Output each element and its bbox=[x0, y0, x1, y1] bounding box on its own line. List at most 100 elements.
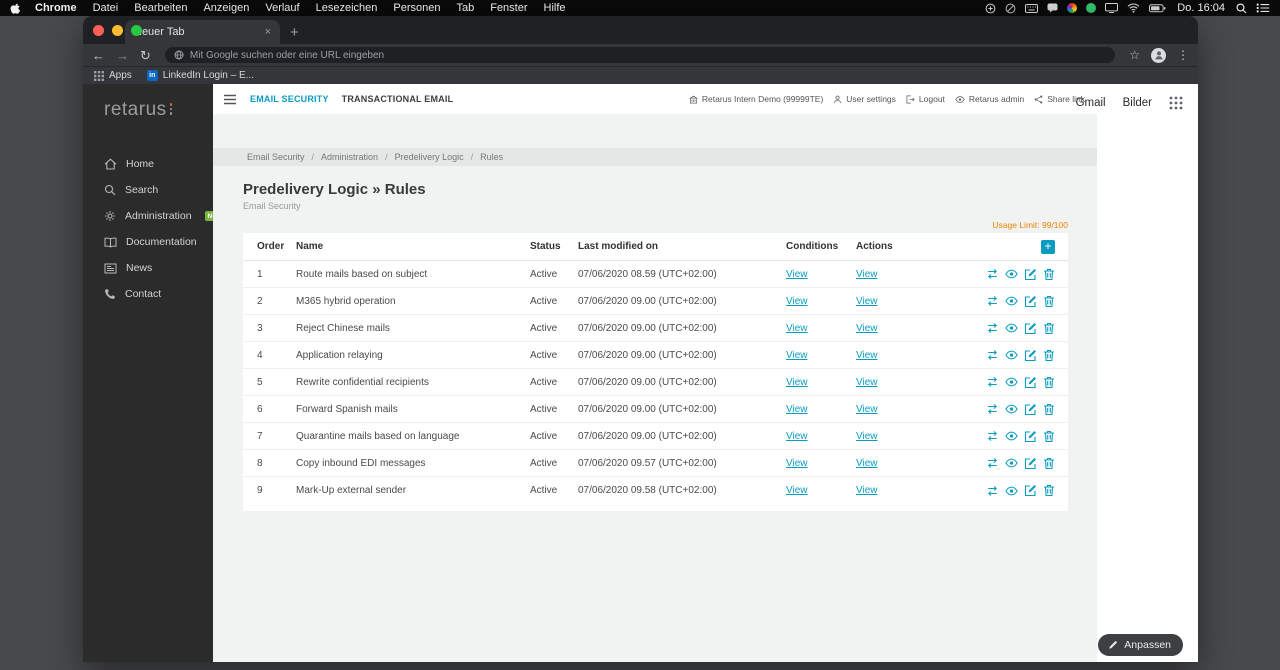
menubar-item[interactable]: Datei bbox=[93, 2, 119, 14]
delete-rule-icon[interactable] bbox=[1043, 376, 1055, 389]
display-mirroring-icon[interactable] bbox=[1105, 3, 1119, 13]
close-window-button[interactable] bbox=[93, 25, 104, 36]
retarus-admin-link[interactable]: Retarus admin bbox=[955, 94, 1024, 104]
clone-rule-icon[interactable] bbox=[986, 430, 999, 442]
profile-color-icon[interactable] bbox=[1067, 3, 1078, 13]
apple-logo-icon[interactable] bbox=[10, 2, 21, 15]
browser-tab[interactable]: Neuer Tab × bbox=[125, 20, 280, 44]
control-center-list-icon[interactable] bbox=[1256, 3, 1270, 13]
preview-rule-icon[interactable] bbox=[1005, 377, 1018, 387]
conditions-view-link[interactable]: View bbox=[786, 431, 808, 442]
delete-rule-icon[interactable] bbox=[1043, 268, 1055, 281]
delete-rule-icon[interactable] bbox=[1043, 430, 1055, 443]
clone-rule-icon[interactable] bbox=[986, 376, 999, 388]
tab-transactional-email[interactable]: TRANSACTIONAL EMAIL bbox=[342, 94, 454, 104]
breadcrumb-item[interactable]: Email Security bbox=[247, 152, 321, 162]
sidebar-item-search[interactable]: Search bbox=[83, 177, 213, 203]
breadcrumb-item[interactable]: Rules bbox=[480, 152, 517, 162]
preview-rule-icon[interactable] bbox=[1005, 296, 1018, 306]
menubar-item[interactable]: Bearbeiten bbox=[134, 2, 187, 14]
logout-link[interactable]: Logout bbox=[906, 94, 945, 104]
profile-avatar[interactable] bbox=[1151, 47, 1166, 63]
messages-icon[interactable] bbox=[1047, 3, 1058, 13]
clone-rule-icon[interactable] bbox=[986, 322, 999, 334]
actions-view-link[interactable]: View bbox=[856, 458, 878, 469]
edit-rule-icon[interactable] bbox=[1024, 484, 1037, 497]
actions-view-link[interactable]: View bbox=[856, 323, 878, 334]
sidebar-item-documentation[interactable]: Documentation bbox=[83, 229, 213, 255]
clone-rule-icon[interactable] bbox=[986, 457, 999, 469]
conditions-view-link[interactable]: View bbox=[786, 458, 808, 469]
menubar-item[interactable]: Anzeigen bbox=[203, 2, 249, 14]
images-link[interactable]: Bilder bbox=[1123, 97, 1152, 109]
customize-ntp-button[interactable]: Anpassen bbox=[1098, 634, 1183, 656]
edit-rule-icon[interactable] bbox=[1024, 268, 1037, 281]
actions-view-link[interactable]: View bbox=[856, 431, 878, 442]
google-apps-grid-icon[interactable] bbox=[1169, 96, 1183, 110]
wifi-icon[interactable] bbox=[1127, 3, 1140, 13]
clone-rule-icon[interactable] bbox=[986, 295, 999, 307]
browser-menu-icon[interactable]: ⋮ bbox=[1177, 48, 1189, 62]
preview-rule-icon[interactable] bbox=[1005, 350, 1018, 360]
actions-view-link[interactable]: View bbox=[856, 269, 878, 280]
clone-rule-icon[interactable] bbox=[986, 268, 999, 280]
sync-status-icon[interactable] bbox=[985, 3, 996, 14]
menubar-item[interactable]: Tab bbox=[456, 2, 474, 14]
preview-rule-icon[interactable] bbox=[1005, 431, 1018, 441]
delete-rule-icon[interactable] bbox=[1043, 322, 1055, 335]
fullscreen-window-button[interactable] bbox=[131, 25, 142, 36]
back-icon[interactable]: ← bbox=[92, 49, 105, 62]
user-settings-link[interactable]: User settings bbox=[833, 94, 896, 104]
actions-view-link[interactable]: View bbox=[856, 350, 878, 361]
clone-rule-icon[interactable] bbox=[986, 485, 999, 497]
bookmark-star-icon[interactable]: ☆ bbox=[1129, 48, 1140, 62]
preview-rule-icon[interactable] bbox=[1005, 486, 1018, 496]
actions-view-link[interactable]: View bbox=[856, 485, 878, 496]
tab-email-security[interactable]: EMAIL SECURITY bbox=[250, 94, 329, 104]
conditions-view-link[interactable]: View bbox=[786, 296, 808, 307]
forward-icon[interactable]: → bbox=[116, 49, 129, 62]
spotlight-search-icon[interactable] bbox=[1236, 2, 1247, 14]
actions-view-link[interactable]: View bbox=[856, 296, 878, 307]
menubar-item[interactable]: Personen bbox=[393, 2, 440, 14]
delete-rule-icon[interactable] bbox=[1043, 457, 1055, 470]
edit-rule-icon[interactable] bbox=[1024, 349, 1037, 362]
sidebar-item-news[interactable]: News bbox=[83, 255, 213, 281]
minimize-window-button[interactable] bbox=[112, 25, 123, 36]
edit-rule-icon[interactable] bbox=[1024, 295, 1037, 308]
conditions-view-link[interactable]: View bbox=[786, 377, 808, 388]
delete-rule-icon[interactable] bbox=[1043, 484, 1055, 497]
conditions-view-link[interactable]: View bbox=[786, 485, 808, 496]
conditions-view-link[interactable]: View bbox=[786, 269, 808, 280]
preview-rule-icon[interactable] bbox=[1005, 323, 1018, 333]
status-green-icon[interactable] bbox=[1086, 3, 1097, 13]
menubar-item[interactable]: Lesezeichen bbox=[316, 2, 378, 14]
delete-rule-icon[interactable] bbox=[1043, 403, 1055, 416]
clone-rule-icon[interactable] bbox=[986, 349, 999, 361]
menubar-item[interactable]: Fenster bbox=[490, 2, 527, 14]
edit-rule-icon[interactable] bbox=[1024, 376, 1037, 389]
apps-shortcut[interactable]: Apps bbox=[94, 70, 132, 81]
conditions-view-link[interactable]: View bbox=[786, 404, 808, 415]
edit-rule-icon[interactable] bbox=[1024, 403, 1037, 416]
add-rule-button[interactable]: + bbox=[1041, 239, 1055, 254]
hamburger-menu-icon[interactable] bbox=[223, 94, 237, 105]
preview-rule-icon[interactable] bbox=[1005, 458, 1018, 468]
tab-close-icon[interactable]: × bbox=[265, 26, 271, 38]
address-bar[interactable]: Mit Google suchen oder eine URL eingeben bbox=[164, 47, 1116, 63]
gmail-link[interactable]: Gmail bbox=[1076, 97, 1106, 109]
sidebar-item-administration[interactable]: Administration NEW bbox=[83, 203, 227, 229]
reload-icon[interactable]: ↻ bbox=[140, 49, 151, 62]
edit-rule-icon[interactable] bbox=[1024, 430, 1037, 443]
delete-rule-icon[interactable] bbox=[1043, 295, 1055, 308]
do-not-disturb-icon[interactable] bbox=[1005, 3, 1016, 14]
keyboard-icon[interactable] bbox=[1025, 3, 1039, 13]
actions-view-link[interactable]: View bbox=[856, 404, 878, 415]
tenant-selector[interactable]: Retarus Intern Demo (99999TE) bbox=[688, 94, 823, 104]
actions-view-link[interactable]: View bbox=[856, 377, 878, 388]
bookmark-linkedin[interactable]: in LinkedIn Login – E... bbox=[146, 70, 254, 81]
breadcrumb-item[interactable]: Administration bbox=[321, 152, 395, 162]
menubar-item[interactable]: Hilfe bbox=[544, 2, 566, 14]
edit-rule-icon[interactable] bbox=[1024, 457, 1037, 470]
new-tab-button[interactable]: + bbox=[290, 25, 299, 40]
